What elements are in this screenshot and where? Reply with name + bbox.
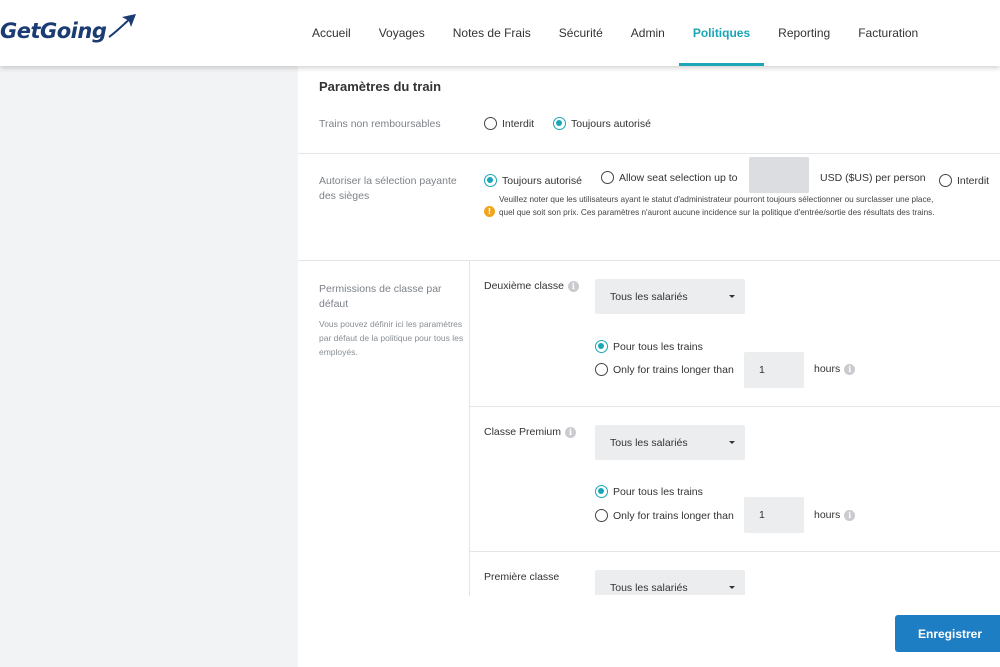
nav-item-facturation[interactable]: Facturation xyxy=(844,0,932,66)
nav-item-reporting[interactable]: Reporting xyxy=(764,0,844,66)
non-refundable-label: Trains non remboursables xyxy=(319,118,441,130)
class-name: Classe Premium xyxy=(484,426,562,438)
radio-circle-checked xyxy=(484,174,497,187)
select-value: Tous les salariés xyxy=(610,290,688,303)
hours-text: hours xyxy=(814,509,841,521)
select-value: Tous les salariés xyxy=(610,436,688,449)
info-icon[interactable]: i xyxy=(844,509,856,521)
class-permissions-label: Permissions de classe par défaut xyxy=(319,283,442,310)
premium-class-longer-than-radio[interactable]: Only for trains longer than xyxy=(595,509,734,522)
nav-item-securite[interactable]: Sécurité xyxy=(545,0,617,66)
non-refundable-always-radio[interactable]: Toujours autorisé xyxy=(553,117,651,130)
nav-item-label: Facturation xyxy=(858,26,919,40)
seat-always-radio[interactable]: Toujours autorisé xyxy=(484,174,582,187)
left-sidebar xyxy=(0,66,298,667)
caret-down-icon xyxy=(729,295,735,298)
nav-item-label: Reporting xyxy=(778,26,831,40)
train-policy-panel: Paramètres du train Trains non remboursa… xyxy=(298,66,1000,667)
info-icon[interactable]: i xyxy=(844,363,856,375)
seat-selection-note: Veuillez noter que les utilisateurs ayan… xyxy=(499,195,935,217)
premium-class-employee-select[interactable]: Tous les salariés xyxy=(595,425,745,460)
radio-circle-checked xyxy=(595,485,608,498)
nav-item-label: Accueil xyxy=(312,26,351,40)
second-class-all-trains-radio[interactable]: Pour tous les trains xyxy=(595,340,703,353)
radio-label: Toujours autorisé xyxy=(571,117,651,130)
second-class-longer-than-radio[interactable]: Only for trains longer than xyxy=(595,363,734,376)
warning-icon: ! xyxy=(484,206,495,217)
divider xyxy=(298,260,1000,261)
radio-label: Only for trains longer than xyxy=(613,509,734,522)
info-icon[interactable]: i xyxy=(567,280,579,292)
radio-label: Interdit xyxy=(502,117,535,130)
hours-label: hours i xyxy=(814,509,856,521)
radio-circle xyxy=(939,174,952,187)
premium-class-all-trains-radio[interactable]: Pour tous les trains xyxy=(595,485,703,498)
nav-item-label: Politiques xyxy=(692,26,751,40)
radio-circle xyxy=(484,117,497,130)
seat-selection-label: Autoriser la sélection payante des siège… xyxy=(319,175,457,202)
seat-amount-input[interactable] xyxy=(749,157,809,193)
radio-circle xyxy=(601,171,614,184)
divider xyxy=(469,406,1000,407)
radio-label: Allow seat selection up to xyxy=(619,171,738,184)
getgoing-logo[interactable]: GetGoing xyxy=(0,14,137,48)
first-class-row: Première classe Tous les salariés xyxy=(469,552,1000,595)
class-name: Première classe xyxy=(484,571,560,583)
nav-item-politiques[interactable]: Politiques xyxy=(678,0,765,66)
divider xyxy=(298,153,1000,154)
nav-item-label: Voyages xyxy=(378,26,425,40)
select-value: Tous les salariés xyxy=(610,581,688,594)
top-navigation-bar: GetGoing Accueil Voyages Notes de Frais … xyxy=(0,0,1000,66)
nav-item-voyages[interactable]: Voyages xyxy=(365,0,439,66)
premium-class-hours-input[interactable] xyxy=(744,497,804,533)
caret-down-icon xyxy=(729,586,735,589)
second-class-employee-select[interactable]: Tous les salariés xyxy=(595,279,745,314)
column-divider xyxy=(469,260,470,596)
hours-label: hours i xyxy=(814,363,856,375)
class-name: Deuxième classe xyxy=(484,280,564,292)
nav-item-notes-de-frais[interactable]: Notes de Frais xyxy=(439,0,545,66)
second-class-label: Deuxième classe i xyxy=(484,280,579,292)
seat-forbidden-radio[interactable]: Interdit xyxy=(939,174,989,187)
nav-item-label: Sécurité xyxy=(558,26,603,40)
save-button[interactable]: Enregistrer xyxy=(895,615,1000,652)
second-class-hours-input[interactable] xyxy=(744,352,804,388)
seat-upto-radio[interactable]: Allow seat selection up to xyxy=(601,171,737,184)
nav-item-accueil[interactable]: Accueil xyxy=(298,0,365,66)
radio-label: Interdit xyxy=(957,174,990,187)
plane-icon xyxy=(108,14,137,38)
premium-class-label: Classe Premium i xyxy=(484,426,577,438)
nav-item-admin[interactable]: Admin xyxy=(617,0,679,66)
radio-label: Only for trains longer than xyxy=(613,363,734,376)
hours-text: hours xyxy=(814,363,841,375)
logo-text: GetGoing xyxy=(0,19,107,43)
radio-label: Pour tous les trains xyxy=(613,340,703,353)
first-class-label: Première classe xyxy=(484,571,559,583)
radio-circle-checked xyxy=(595,340,608,353)
radio-label: Pour tous les trains xyxy=(613,485,703,498)
radio-circle xyxy=(595,363,608,376)
currency-suffix: USD ($US) per person xyxy=(820,172,926,184)
main-nav: Accueil Voyages Notes de Frais Sécurité … xyxy=(298,0,932,66)
radio-circle xyxy=(595,509,608,522)
radio-circle-checked xyxy=(553,117,566,130)
nav-item-label: Admin xyxy=(630,26,665,40)
non-refundable-forbidden-radio[interactable]: Interdit xyxy=(484,117,534,130)
info-icon[interactable]: i xyxy=(565,426,577,438)
nav-item-label: Notes de Frais xyxy=(452,26,531,40)
caret-down-icon xyxy=(729,441,735,444)
first-class-employee-select[interactable]: Tous les salariés xyxy=(595,570,745,595)
section-title: Paramètres du train xyxy=(319,79,442,94)
radio-label: Toujours autorisé xyxy=(502,174,582,187)
class-permissions-help: Vous pouvez définir ici les paramètres p… xyxy=(319,319,464,357)
